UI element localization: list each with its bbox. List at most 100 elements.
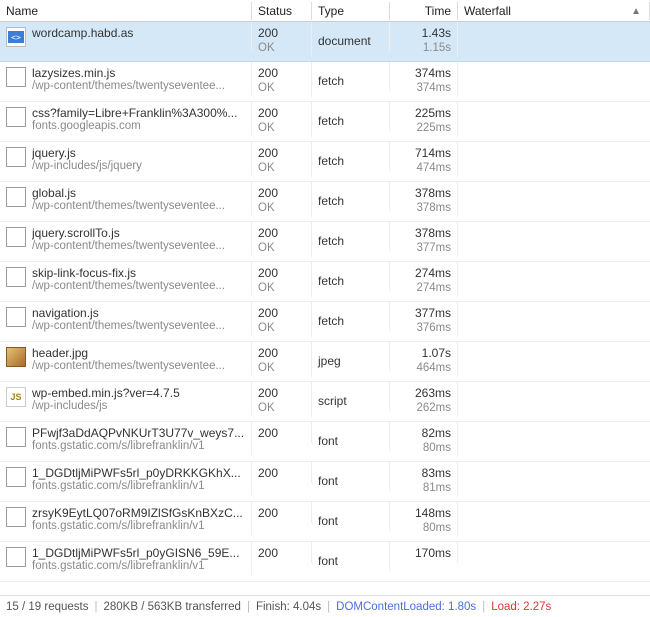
file-icon [6,227,26,247]
status-cell: 200 [252,542,312,563]
type-cell: fetch [312,62,390,91]
sep-icon: | [482,601,485,613]
col-header-type[interactable]: Type [312,2,390,20]
file-icon [6,187,26,207]
col-header-waterfall-label: Waterfall [464,4,511,18]
table-row[interactable]: jquery.js/wp-includes/js/jquery200OKfetc… [0,142,650,182]
name-cell: JSwp-embed.min.js?ver=4.7.5/wp-includes/… [0,382,252,415]
table-row[interactable]: 1_DGDtljMiPWFs5rl_p0yGISN6_59E...fonts.g… [0,542,650,582]
time-cell: 83ms81ms [390,462,458,497]
summary-bar: 15 / 19 requests | 280KB / 563KB transfe… [0,595,650,617]
col-header-waterfall[interactable]: Waterfall ▲ [458,2,650,20]
summary-transferred: 280KB / 563KB transferred [103,601,240,613]
table-row[interactable]: css?family=Libre+Franklin%3A300%...fonts… [0,102,650,142]
table-row[interactable]: <>wordcamp.habd.as200OKdocument1.43s1.15… [0,22,650,62]
status-cell: 200OK [252,342,312,377]
time-cell: 1.07s 464ms [390,342,458,377]
time-total: 263ms [396,386,451,400]
request-path: /wp-content/themes/twentyseventee... [32,240,225,252]
status-text: OK [258,122,305,134]
summary-load: Load: 2.27s [491,601,551,613]
status-cell: 200 [252,502,312,523]
time-latency: 274ms [396,282,451,294]
table-row[interactable]: jquery.scrollTo.js/wp-content/themes/twe… [0,222,650,262]
time-latency: 80ms [396,522,451,534]
table-row[interactable]: navigation.js/wp-content/themes/twentyse… [0,302,650,342]
col-header-time[interactable]: Time [390,2,458,20]
type-cell: font [312,502,390,531]
table-row[interactable]: JSwp-embed.min.js?ver=4.7.5/wp-includes/… [0,382,650,422]
status-text: OK [258,322,305,334]
time-latency: 376ms [396,322,451,334]
table-row[interactable]: zrsyK9EytLQ07oRM9IZlSfGsKnBXzC...fonts.g… [0,502,650,542]
request-path: /wp-content/themes/twentyseventee... [32,280,225,292]
col-header-name[interactable]: Name [0,2,252,20]
type-cell: font [312,422,390,451]
sort-asc-icon: ▲ [631,6,641,17]
request-path: fonts.gstatic.com/s/librefranklin/v1 [32,520,243,532]
name-cell: jquery.js/wp-includes/js/jquery [0,142,252,175]
script-icon: JS [6,387,26,407]
sep-icon: | [247,601,250,613]
request-name: css?family=Libre+Franklin%3A300%... [32,106,237,120]
file-icon [6,507,26,527]
file-icon [6,427,26,447]
request-name: jquery.js [32,146,142,160]
col-header-status[interactable]: Status [252,2,312,20]
type-cell: fetch [312,302,390,331]
status-code: 200 [258,466,305,480]
time-latency: 464ms [396,362,451,374]
table-row[interactable]: skip-link-focus-fix.js/wp-content/themes… [0,262,650,302]
table-row[interactable]: header.jpg/wp-content/themes/twentyseven… [0,342,650,382]
table-header: Name Status Type Time Waterfall ▲ [0,0,650,22]
time-total: 83ms [396,466,451,480]
network-rows[interactable]: <>wordcamp.habd.as200OKdocument1.43s1.15… [0,22,650,595]
time-total: 374ms [396,66,451,80]
request-name: global.js [32,186,225,200]
time-latency: 377ms [396,242,451,254]
table-row[interactable]: 1_DGDtljMiPWFs5rl_p0yDRKKGKhX...fonts.gs… [0,462,650,502]
name-cell: PFwjf3aDdAQPvNKUrT3U77v_weys7...fonts.gs… [0,422,252,455]
table-row[interactable]: lazysizes.min.js/wp-content/themes/twent… [0,62,650,102]
request-name: jquery.scrollTo.js [32,226,225,240]
request-name: wordcamp.habd.as [32,26,133,40]
time-total: 170ms [396,546,451,560]
status-code: 200 [258,506,305,520]
request-name: wp-embed.min.js?ver=4.7.5 [32,386,180,400]
status-code: 200 [258,226,305,240]
name-cell: skip-link-focus-fix.js/wp-content/themes… [0,262,252,295]
status-text: OK [258,242,305,254]
request-path: /wp-content/themes/twentyseventee... [32,200,225,212]
time-total: 377ms [396,306,451,320]
sep-icon: | [327,601,330,613]
time-total: 378ms [396,186,451,200]
time-total: 274ms [396,266,451,280]
type-cell: fetch [312,182,390,211]
time-total: 1.07s [396,346,451,360]
request-path: fonts.gstatic.com/s/librefranklin/v1 [32,440,244,452]
request-name: skip-link-focus-fix.js [32,266,225,280]
status-cell: 200OK [252,142,312,177]
status-code: 200 [258,386,305,400]
type-cell: font [312,462,390,491]
table-row[interactable]: global.js/wp-content/themes/twentysevent… [0,182,650,222]
time-cell: 274ms 274ms [390,262,458,297]
status-code: 200 [258,66,305,80]
request-path: fonts.gstatic.com/s/librefranklin/v1 [32,480,241,492]
name-cell: lazysizes.min.js/wp-content/themes/twent… [0,62,252,95]
file-icon [6,547,26,567]
time-cell: 374ms 374ms [390,62,458,97]
request-path: /wp-includes/js/jquery [32,160,142,172]
summary-requests: 15 / 19 requests [6,601,88,613]
status-cell: 200OK [252,262,312,297]
request-path: fonts.gstatic.com/s/librefranklin/v1 [32,560,239,572]
status-text: OK [258,42,305,54]
time-latency: 374ms [396,82,451,94]
time-total: 225ms [396,106,451,120]
time-cell: 378ms377ms [390,222,458,257]
table-row[interactable]: PFwjf3aDdAQPvNKUrT3U77v_weys7...fonts.gs… [0,422,650,462]
status-code: 200 [258,146,305,160]
status-cell: 200 OK [252,222,312,257]
request-name: 1_DGDtljMiPWFs5rl_p0yGISN6_59E... [32,546,239,560]
request-name: PFwjf3aDdAQPvNKUrT3U77v_weys7... [32,426,244,440]
